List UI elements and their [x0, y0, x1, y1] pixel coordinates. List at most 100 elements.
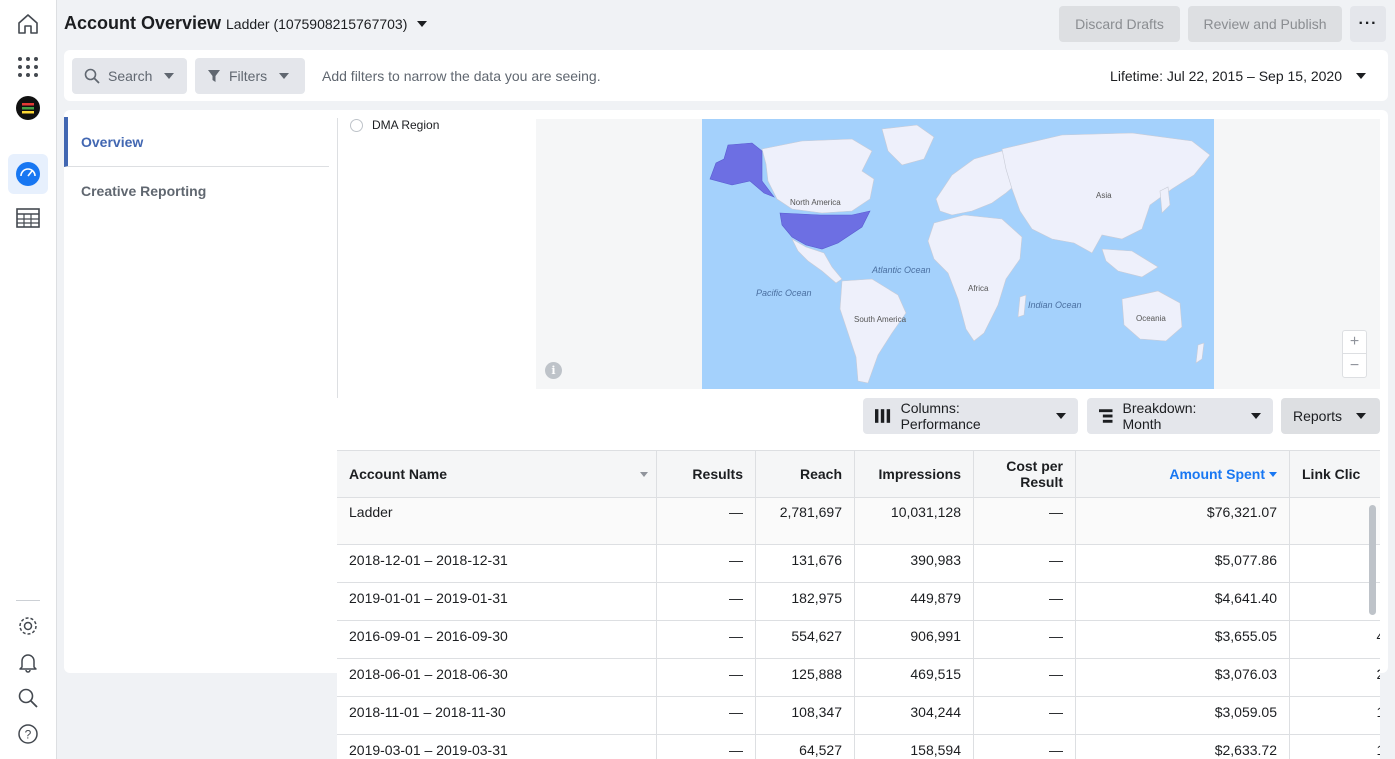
zoom-in-button[interactable]: +: [1343, 331, 1366, 354]
cell-account-name[interactable]: 2019-03-01 – 2019-03-31: [337, 735, 657, 759]
cell-link-clicks: 1.2: [1290, 735, 1380, 759]
cell-results: —: [657, 545, 756, 582]
cell-amount-spent: $76,321.07: [1076, 498, 1290, 544]
cell-impressions: 304,244: [855, 697, 974, 734]
cell-account-name[interactable]: 2019-01-01 – 2019-01-31: [337, 583, 657, 620]
nav-item-creative-reporting[interactable]: Creative Reporting: [81, 183, 206, 199]
zoom-out-button[interactable]: −: [1343, 354, 1366, 377]
col-header-link-clicks[interactable]: Link Clic: [1290, 451, 1380, 497]
reports-button[interactable]: Reports: [1281, 398, 1380, 434]
help-icon[interactable]: ?: [14, 720, 42, 748]
col-header-label: Account Name: [349, 466, 448, 482]
col-header-results[interactable]: Results: [657, 451, 756, 497]
search-button-label: Search: [108, 68, 153, 84]
map-info-icon[interactable]: i: [545, 362, 562, 379]
col-header-account-name[interactable]: Account Name: [337, 451, 657, 497]
rail-divider: [16, 600, 40, 601]
cell-amount-spent: $3,655.05: [1076, 621, 1290, 658]
world-map[interactable]: North America Atlantic Ocean Pacific Oce…: [536, 119, 1380, 389]
cell-link-clicks: 2,: [1290, 583, 1380, 620]
table-row[interactable]: 2018-12-01 – 2018-12-31—131,676 390,983— $…: [337, 545, 1380, 583]
cell-reach: 131,676: [756, 545, 855, 582]
cell-account-name[interactable]: Ladder: [337, 498, 657, 544]
table-header-row: Account Name Results Reach Impressions C…: [337, 451, 1380, 498]
map-zoom-control: + −: [1342, 330, 1367, 378]
cell-cost-per-result: —: [974, 545, 1076, 582]
account-selector-label: Ladder (1075908215767703): [226, 16, 408, 32]
table-row[interactable]: 2018-11-01 – 2018-11-30—108,347 304,244— $…: [337, 697, 1380, 735]
label-pacific-ocean: Pacific Ocean: [756, 288, 812, 298]
filter-funnel-icon: [208, 70, 220, 82]
table-icon[interactable]: [14, 204, 42, 232]
label-asia: Asia: [1096, 191, 1112, 200]
account-logo-icon[interactable]: [14, 94, 42, 122]
search-button[interactable]: Search: [72, 58, 187, 94]
cell-impressions: 449,879: [855, 583, 974, 620]
chevron-down-icon: [1356, 73, 1366, 79]
cell-results: —: [657, 621, 756, 658]
cell-reach: 108,347: [756, 697, 855, 734]
more-options-button[interactable]: ···: [1350, 6, 1386, 42]
cell-link-clicks: 4,8: [1290, 621, 1380, 658]
cell-amount-spent: $3,059.05: [1076, 697, 1290, 734]
date-range-picker[interactable]: Lifetime: Jul 22, 2015 – Sep 15, 2020: [1110, 68, 1366, 84]
table-row[interactable]: 2016-09-01 – 2016-09-30—554,627 906,991— $…: [337, 621, 1380, 659]
cell-results: —: [657, 659, 756, 696]
columns-button[interactable]: Columns: Performance: [863, 398, 1078, 434]
nav-item-overview[interactable]: Overview: [64, 117, 329, 167]
cell-account-name[interactable]: 2018-06-01 – 2018-06-30: [337, 659, 657, 696]
page-title: Account Overview: [64, 13, 222, 33]
col-header-cost-per-result[interactable]: Cost per Result: [974, 451, 1076, 497]
bell-icon[interactable]: [14, 648, 42, 676]
sort-desc-icon: [1269, 471, 1277, 477]
account-selector[interactable]: Ladder (1075908215767703): [226, 16, 428, 32]
dma-region-label: DMA Region: [372, 118, 440, 132]
cell-reach: 554,627: [756, 621, 855, 658]
table-row[interactable]: Ladder—2,781,69710,031,128—$76,321.0791: [337, 498, 1380, 545]
table-scrollbar[interactable]: [1369, 505, 1376, 615]
settings-icon[interactable]: [14, 612, 42, 640]
discard-drafts-button[interactable]: Discard Drafts: [1059, 6, 1180, 42]
search-icon: [84, 68, 100, 84]
table-row[interactable]: 2018-06-01 – 2018-06-30—125,888 469,515— $…: [337, 659, 1380, 697]
dma-region-radio[interactable]: [350, 119, 363, 132]
cell-account-name[interactable]: 2018-11-01 – 2018-11-30: [337, 697, 657, 734]
label-oceania: Oceania: [1136, 314, 1166, 323]
cell-reach: 2,781,697: [756, 498, 855, 544]
col-header-label: Amount Spent: [1169, 466, 1265, 482]
chevron-down-icon: [1056, 413, 1066, 419]
apps-grid-icon[interactable]: [14, 53, 42, 81]
cell-account-name[interactable]: 2018-12-01 – 2018-12-31: [337, 545, 657, 582]
review-publish-button[interactable]: Review and Publish: [1188, 6, 1342, 42]
dashboard-gauge-icon[interactable]: [14, 160, 42, 188]
chevron-down-icon: [1356, 413, 1367, 419]
cell-account-name[interactable]: 2016-09-01 – 2016-09-30: [337, 621, 657, 658]
filters-button[interactable]: Filters: [195, 58, 305, 94]
chevron-down-icon: [417, 21, 428, 27]
cell-results: —: [657, 697, 756, 734]
cell-link-clicks: 1,8: [1290, 697, 1380, 734]
col-header-impressions[interactable]: Impressions: [855, 451, 974, 497]
col-header-amount-spent[interactable]: Amount Spent: [1076, 451, 1290, 497]
cell-cost-per-result: —: [974, 697, 1076, 734]
chevron-down-icon: [279, 73, 290, 79]
label-africa: Africa: [968, 284, 989, 293]
columns-button-label: Columns: Performance: [900, 400, 981, 432]
col-header-reach[interactable]: Reach: [756, 451, 855, 497]
sort-caret-icon: [640, 471, 648, 477]
filter-hint: Add filters to narrow the data you are s…: [322, 68, 601, 84]
more-icon: ···: [1358, 15, 1378, 32]
cell-link-clicks: 91: [1290, 498, 1380, 544]
table-row[interactable]: 2019-01-01 – 2019-01-31—182,975 449,879— $…: [337, 583, 1380, 621]
cell-cost-per-result: —: [974, 659, 1076, 696]
cell-results: —: [657, 583, 756, 620]
breakdown-button[interactable]: Breakdown: Month: [1087, 398, 1273, 434]
search-icon[interactable]: [14, 684, 42, 712]
table-row[interactable]: 2019-03-01 – 2019-03-31—64,527 158,594— $2…: [337, 735, 1380, 759]
nav-item-label: Overview: [81, 133, 144, 150]
home-icon[interactable]: [14, 10, 42, 38]
cell-impressions: 906,991: [855, 621, 974, 658]
cell-reach: 182,975: [756, 583, 855, 620]
cell-reach: 64,527: [756, 735, 855, 759]
breakdown-icon: [1099, 409, 1113, 423]
